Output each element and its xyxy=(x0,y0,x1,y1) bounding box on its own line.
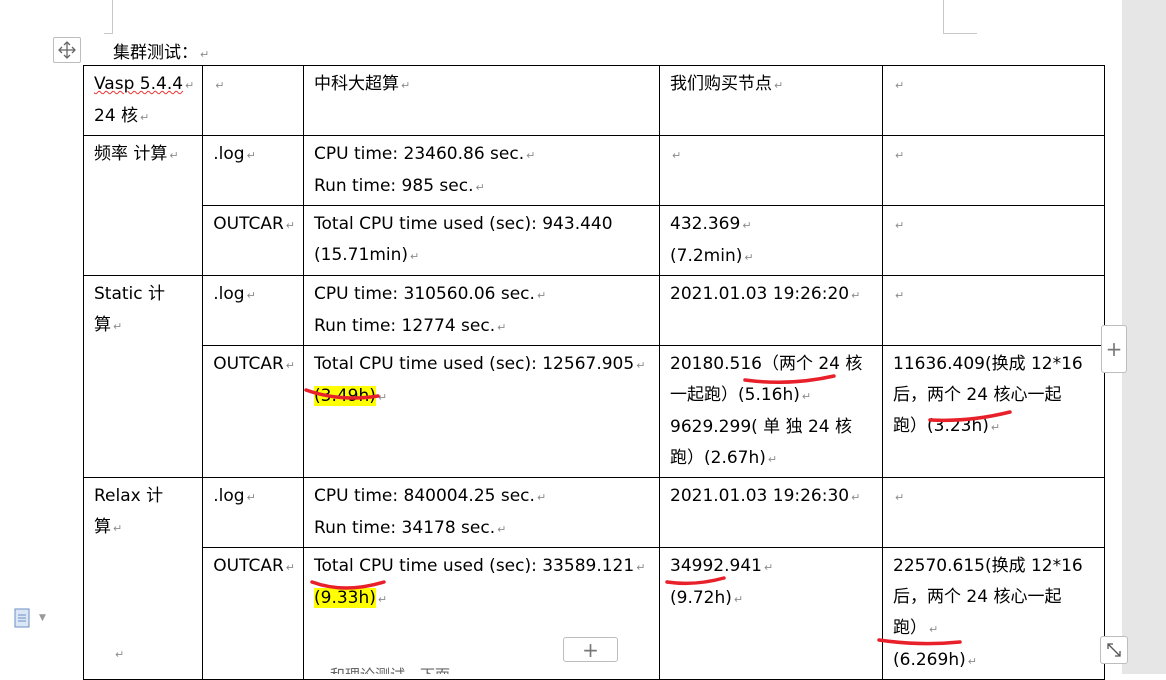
our-nodes-cell[interactable]: 2021.01.03 19:26:30 ↵ xyxy=(659,477,884,548)
table-row: OUTCAR ↵ Total CPU time used (sec): 12567… xyxy=(84,345,1106,478)
section-cell-frequency[interactable]: 频率 计算 ↵ xyxy=(82,135,204,276)
header-cell-our-nodes[interactable]: 我们购买节点 ↵ xyxy=(659,65,884,136)
plus-icon: + xyxy=(582,637,599,662)
extra-cell[interactable]: 11636.409(换成 12*16 后，两个 24 核心一起 跑）(3.23h) ↵ xyxy=(882,345,1106,478)
resize-diagonal-icon xyxy=(1107,643,1121,657)
table-row: Static 计算 ↵ .log ↵ CPU time: 310560.06 sec… xyxy=(82,275,1106,478)
table-row: OUTCAR ↵ Total CPU time used (sec): 943.4… xyxy=(84,205,1106,276)
table-header-row: Vasp 5.4.4 ↵ 24 核 ↵ ↵ 中科大超算 ↵ 我们购买节点 ↵ ↵ xyxy=(82,65,1106,136)
add-row-button[interactable]: + xyxy=(563,637,618,662)
extra-cell[interactable]: 22570.615(换成 12*16 后，两个 24 核心一起 跑） ↵ (6.269h… xyxy=(882,547,1106,680)
type-cell[interactable]: OUTCAR ↵ xyxy=(202,547,305,680)
our-nodes-cell[interactable]: 20180.516（两个 24 核一起跑）(5.16h) ↵ 9629.299( 单… xyxy=(659,345,884,478)
extra-cell[interactable]: ↵ xyxy=(882,477,1106,548)
table-row: 频率 计算 ↵ .log ↵ CPU time: 23460.86 sec. ↵ Run… xyxy=(82,135,1106,276)
chevron-down-icon: ▼ xyxy=(39,613,46,623)
ustc-cell[interactable]: Total CPU time used (sec): 943.440 (15.71… xyxy=(303,205,661,276)
table-row: Relax 计算 ↵ .log ↵ CPU time: 840004.25 sec.… xyxy=(82,477,1106,680)
our-nodes-cell[interactable]: 34992.941 ↵ (9.72h) ↵ xyxy=(659,547,884,680)
type-cell[interactable]: .log ↵ xyxy=(202,275,305,346)
header-cell-ustc[interactable]: 中科大超算 ↵ xyxy=(303,65,661,136)
type-cell[interactable]: OUTCAR ↵ xyxy=(202,205,305,276)
page-icon xyxy=(14,608,30,628)
type-cell[interactable]: OUTCAR ↵ xyxy=(202,345,305,478)
our-nodes-cell[interactable]: 432.369 ↵ (7.2min) ↵ xyxy=(659,205,884,276)
section-heading: 集群测试： ↵ xyxy=(113,38,209,63)
header-cell-blank[interactable]: ↵ xyxy=(202,65,305,136)
paste-options-button[interactable]: ▼ xyxy=(13,606,53,630)
ustc-cell[interactable]: Total CPU time used (sec): 12567.905 ↵ (3.… xyxy=(303,345,661,478)
our-nodes-cell[interactable]: ↵ xyxy=(659,135,884,206)
extra-cell[interactable]: ↵ xyxy=(882,205,1106,276)
benchmark-table: Vasp 5.4.4 ↵ 24 核 ↵ ↵ 中科大超算 ↵ 我们购买节点 ↵ ↵ 频率 计… xyxy=(82,65,1106,680)
table-resize-handle[interactable] xyxy=(1100,636,1128,664)
type-cell[interactable]: .log ↵ xyxy=(202,135,305,206)
header-cell-software[interactable]: Vasp 5.4.4 ↵ 24 核 ↵ xyxy=(82,65,204,136)
table-move-handle[interactable] xyxy=(53,37,81,63)
highlighted-value: (3.49h) xyxy=(314,386,376,406)
page-corner-mark-left xyxy=(104,0,113,34)
section-cell-relax[interactable]: Relax 计算 ↵ xyxy=(82,477,204,680)
plus-icon: + xyxy=(1105,337,1123,361)
highlighted-value: (9.33h) xyxy=(314,588,376,608)
section-cell-static[interactable]: Static 计算 ↵ xyxy=(82,275,204,478)
page-corner-mark-right xyxy=(943,0,977,34)
extra-cell[interactable]: ↵ xyxy=(882,135,1106,206)
ustc-cell[interactable]: CPU time: 310560.06 sec. ↵ Run time: 12774… xyxy=(303,275,661,346)
extra-cell[interactable]: ↵ xyxy=(882,275,1106,346)
our-nodes-cell[interactable]: 2021.01.03 19:26:20 ↵ xyxy=(659,275,884,346)
header-cell-extra[interactable]: ↵ xyxy=(882,65,1106,136)
move-arrows-icon xyxy=(58,41,76,59)
scrollbar-track[interactable] xyxy=(1122,0,1166,674)
ustc-cell[interactable]: CPU time: 840004.25 sec. ↵ Run time: 34178… xyxy=(303,477,661,548)
next-line-text: 和理论测试，下面 xyxy=(330,664,450,674)
paragraph-mark: ↵ xyxy=(115,648,125,661)
ustc-cell[interactable]: CPU time: 23460.86 sec. ↵ Run time: 985 se… xyxy=(303,135,661,206)
add-column-button[interactable]: + xyxy=(1101,325,1127,373)
heading-text: 集群测试： xyxy=(113,43,198,63)
paragraph-mark: ↵ xyxy=(200,48,210,61)
type-cell[interactable]: .log ↵ xyxy=(202,477,305,548)
